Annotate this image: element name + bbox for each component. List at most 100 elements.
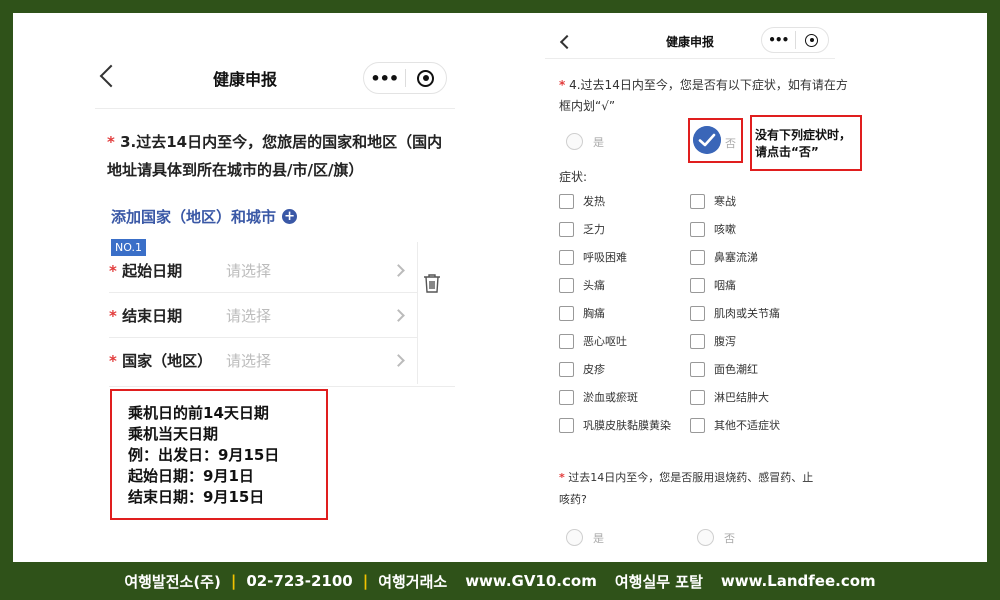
no-label: 否 [724, 531, 735, 545]
yes-radio[interactable] [566, 529, 583, 546]
checkbox[interactable] [559, 361, 574, 377]
page-title: 健康申报 [665, 35, 714, 49]
annotation-box-dates: 乘机日的前14天日期 乘机当天日期 例：出发日：9月15日 起始日期：9月1日 … [110, 389, 328, 520]
yes-label: 是 [593, 135, 604, 149]
more-options-button[interactable]: ••• [762, 33, 795, 47]
mini-program-capsule: ••• [761, 27, 829, 53]
question-4-text: 4.过去14日内至今，您是否有以下症状，如有请在方框内划“√” [559, 78, 848, 113]
end-date-row[interactable]: * 结束日期 请选择 [109, 293, 417, 337]
checkbox[interactable] [690, 249, 705, 265]
chevron-right-icon [392, 263, 405, 277]
start-date-row[interactable]: * 起始日期 请选择 [109, 248, 417, 292]
symptom-item[interactable]: 头痛 [559, 275, 671, 295]
separator: | [362, 572, 369, 590]
checkbox[interactable] [690, 277, 705, 293]
mini-program-capsule: ••• [363, 62, 447, 94]
checkbox[interactable] [690, 389, 705, 405]
checkbox[interactable] [559, 277, 574, 293]
symptom-item[interactable]: 鼻塞流涕 [690, 247, 780, 267]
symptom-item[interactable]: 呼吸困难 [559, 247, 671, 267]
checkbox[interactable] [690, 333, 705, 349]
symptom-item[interactable]: 其他不适症状 [690, 415, 780, 435]
symptom-item[interactable]: 咽痛 [690, 275, 780, 295]
yes-option[interactable]: 是 [566, 133, 604, 150]
checkbox[interactable] [559, 221, 574, 237]
checkbox[interactable] [690, 193, 705, 209]
symptom-item[interactable]: 皮疹 [559, 359, 671, 379]
market-name: 여행거래소 [378, 572, 448, 591]
chevron-right-icon [392, 308, 405, 322]
checkbox[interactable] [690, 417, 705, 433]
symptom-item[interactable]: 淤血或瘀斑 [559, 387, 671, 407]
checkbox[interactable] [559, 305, 574, 321]
symptoms-left-column: 发热 乏力 呼吸困难 头痛 胸痛 恶心呕吐 皮疹 淤血或瘀斑 巩膜皮肤黏膜黄染 [559, 191, 671, 435]
trash-icon[interactable] [423, 273, 441, 293]
checkbox[interactable] [559, 333, 574, 349]
symptom-item[interactable]: 巩膜皮肤黏膜黄染 [559, 415, 671, 435]
symptom-item[interactable]: 胸痛 [559, 303, 671, 323]
checkbox[interactable] [690, 305, 705, 321]
no-radio[interactable] [697, 529, 714, 546]
checkbox[interactable] [559, 193, 574, 209]
back-arrow-icon[interactable] [559, 34, 575, 50]
annotation-line: 没有下列症状时， [755, 128, 852, 142]
symptom-item[interactable]: 面色潮红 [690, 359, 780, 379]
symptom-item[interactable]: 发热 [559, 191, 671, 211]
target-icon [805, 33, 819, 47]
question-4: * 4.过去14日内至今，您是否有以下症状，如有请在方框内划“√” [559, 75, 849, 117]
plus-circle-icon: + [282, 209, 298, 224]
symptom-item[interactable]: 咳嗽 [690, 219, 780, 239]
symptom-item[interactable]: 寒战 [690, 191, 780, 211]
end-date-placeholder: 请选择 [226, 306, 272, 325]
start-date-placeholder: 请选择 [226, 261, 272, 280]
close-program-button[interactable] [405, 69, 446, 87]
symptom-item[interactable]: 恶心呕吐 [559, 331, 671, 351]
checkbox[interactable] [559, 389, 574, 405]
yes-option-q5[interactable]: 是 [566, 529, 604, 546]
question-5-text: 过去14日内至今，您是否服用退烧药、感冒药、止咳药? [559, 471, 814, 506]
country-placeholder: 请选择 [226, 351, 272, 370]
symptom-item[interactable]: 乏力 [559, 219, 671, 239]
required-mark: * [107, 133, 115, 151]
question-3-text: 3.过去14日内至今，您旅居的国家和地区（国内地址请具体到所在城市的县/市/区/… [107, 133, 443, 179]
checkbox[interactable] [559, 417, 574, 433]
annotation-box-no-symptoms: 没有下列症状时， 请点击“否” [750, 115, 862, 171]
annotation-line: 起始日期：9月1日 [128, 467, 254, 485]
yes-label: 是 [593, 531, 604, 545]
annotation-line: 结束日期：9月15日 [128, 488, 265, 506]
left-phone-screen: 健康申报 ••• * 3.过去14日内至今，您旅居的国家和地区（国内地址请具体到… [95, 48, 465, 538]
annotation-line: 请点击“否” [755, 145, 819, 159]
yes-radio[interactable] [566, 133, 583, 150]
header-divider [95, 108, 455, 109]
annotation-line: 例：出发日：9月15日 [128, 446, 280, 464]
website-link[interactable]: www.GV10.com [465, 572, 597, 590]
checkbox[interactable] [690, 221, 705, 237]
website-link[interactable]: www.Landfee.com [721, 572, 876, 590]
more-options-button[interactable]: ••• [364, 69, 405, 88]
phone-number: 02-723-2100 [246, 572, 353, 590]
required-mark: * [559, 471, 565, 484]
close-program-button[interactable] [795, 33, 828, 47]
chevron-right-icon [392, 353, 405, 367]
footer-banner: 여행발전소(주) | 02-723-2100 | 여행거래소 www.GV10.… [0, 562, 1000, 600]
symptom-item[interactable]: 肌肉或关节痛 [690, 303, 780, 323]
symptom-item[interactable]: 腹泻 [690, 331, 780, 351]
section-divider [109, 386, 455, 387]
symptom-item[interactable]: 淋巴结肿大 [690, 387, 780, 407]
add-region-link[interactable]: 添加国家（地区）和城市 + [111, 206, 298, 227]
country-row[interactable]: * 国家（地区） 请选择 [109, 338, 417, 382]
annotation-line: 乘机当天日期 [128, 425, 219, 443]
checkbox[interactable] [559, 249, 574, 265]
required-mark: * [559, 78, 566, 92]
target-icon [417, 69, 435, 87]
page-title: 健康申报 [212, 70, 277, 89]
no-option-q5[interactable]: 否 [697, 529, 735, 546]
annotation-line: 乘机日的前14天日期 [128, 404, 269, 422]
checkbox[interactable] [690, 361, 705, 377]
add-region-label: 添加国家（地区）和城市 [111, 208, 277, 226]
symptoms-label: 症状: [559, 170, 588, 184]
separator: | [230, 572, 237, 590]
highlight-box-no [688, 118, 743, 163]
question-3: * 3.过去14日内至今，您旅居的国家和地区（国内地址请具体到所在城市的县/市/… [107, 128, 452, 184]
country-label: * 国家（地区） [109, 351, 213, 370]
